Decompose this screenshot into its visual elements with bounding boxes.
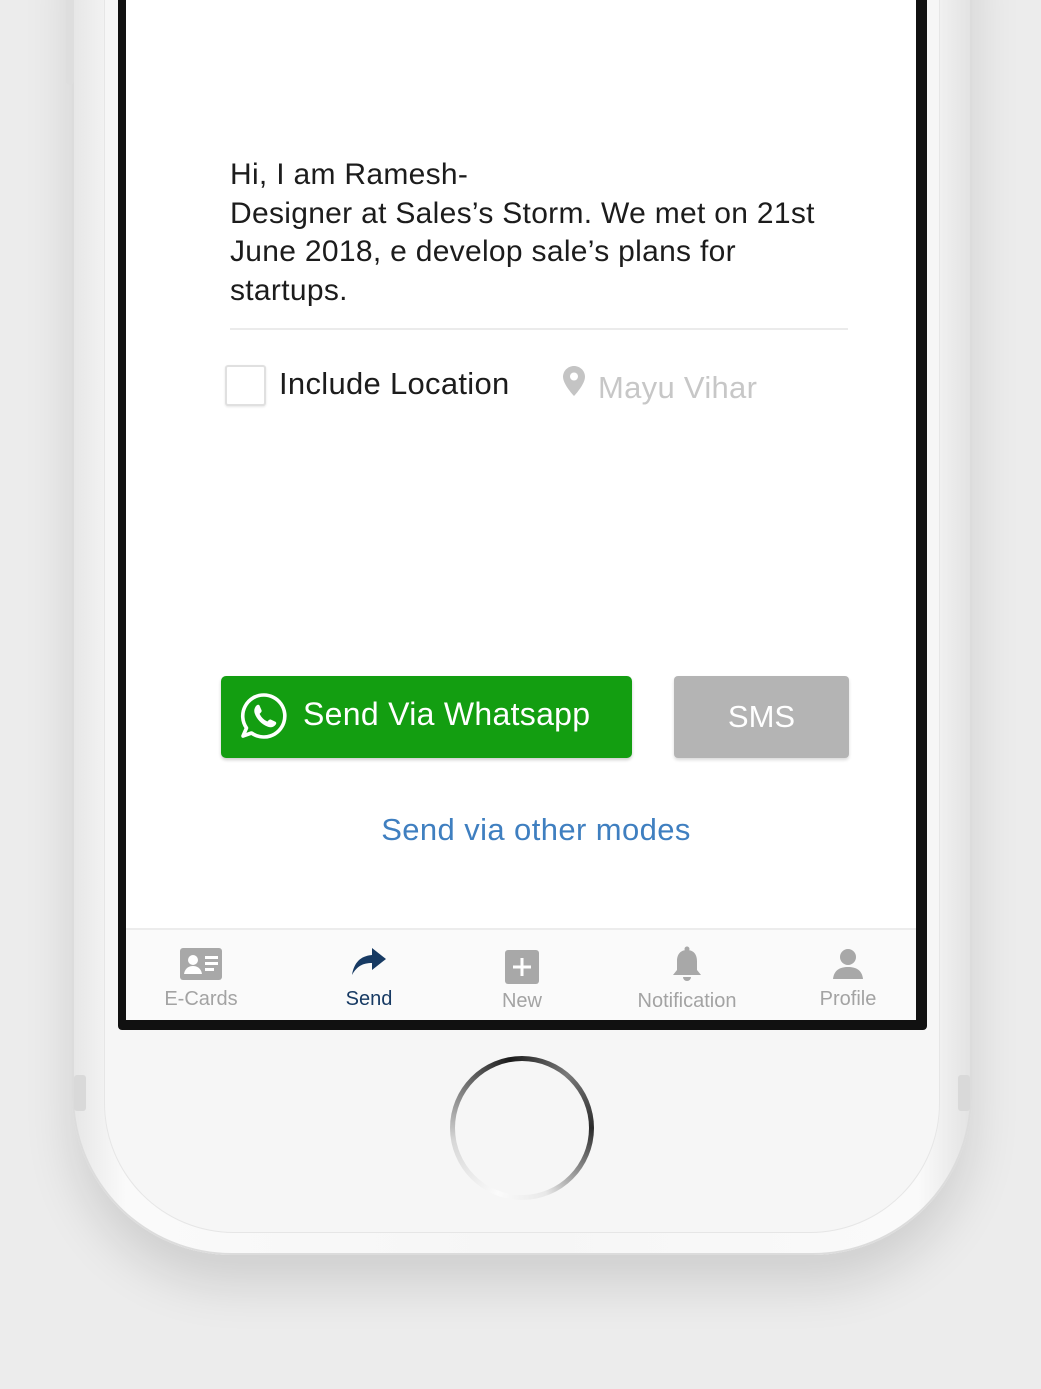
share-arrow-icon — [352, 948, 386, 975]
message-line: June 2018, e develop sale’s plans for — [230, 235, 736, 268]
tab-profile[interactable]: Profile — [783, 930, 913, 1020]
tab-notification-label: Notification — [637, 990, 737, 1012]
tab-send[interactable]: Send — [304, 930, 434, 1020]
bottom-tab-bar: E-Cards Send New Notification Profile — [126, 928, 916, 1020]
app-screen: Hi, I am Ramesh- Designer at Sales’s Sto… — [126, 0, 916, 1020]
message-line: startups. — [230, 273, 348, 307]
phone-side-button — [66, 0, 74, 85]
send-other-modes-link[interactable]: Send via other modes — [126, 812, 916, 848]
home-button[interactable] — [450, 1056, 594, 1200]
person-icon — [833, 949, 863, 979]
phone-side-notch-left — [74, 1075, 86, 1111]
message-text: Hi, I am Ramesh- Designer at Sales’s Sto… — [230, 156, 870, 310]
message-line: Hi, I am Ramesh- — [230, 158, 469, 191]
send-whatsapp-label: Send Via Whatsapp — [303, 696, 591, 732]
include-location-label[interactable]: Include Location — [279, 366, 510, 402]
include-location-checkbox[interactable] — [225, 365, 266, 406]
tab-new[interactable]: New — [457, 930, 587, 1020]
tab-e-cards[interactable]: E-Cards — [136, 930, 266, 1020]
whatsapp-icon — [240, 693, 287, 739]
message-divider — [230, 328, 848, 330]
id-card-icon — [180, 948, 222, 980]
sms-button[interactable]: SMS — [674, 676, 849, 758]
message-line: Designer at Sales’s Storm. We met on 21s… — [230, 196, 815, 230]
tab-new-label: New — [501, 990, 542, 1012]
bell-icon — [673, 946, 701, 981]
phone-side-notch-right — [958, 1075, 970, 1111]
location-row: Include Location Mayu Vihar — [225, 364, 865, 408]
location-value: Mayu Vihar — [598, 370, 758, 405]
tab-e-cards-label: E-Cards — [164, 988, 238, 1010]
tab-profile-label: Profile — [819, 988, 877, 1010]
plus-square-icon — [505, 950, 539, 984]
tab-notification[interactable]: Notification — [612, 930, 762, 1020]
map-pin-icon — [563, 366, 585, 396]
device-mockup: Hi, I am Ramesh- Designer at Sales’s Sto… — [0, 0, 1041, 1389]
tab-send-label: Send — [345, 988, 393, 1010]
send-whatsapp-button[interactable]: Send Via Whatsapp — [221, 676, 632, 758]
